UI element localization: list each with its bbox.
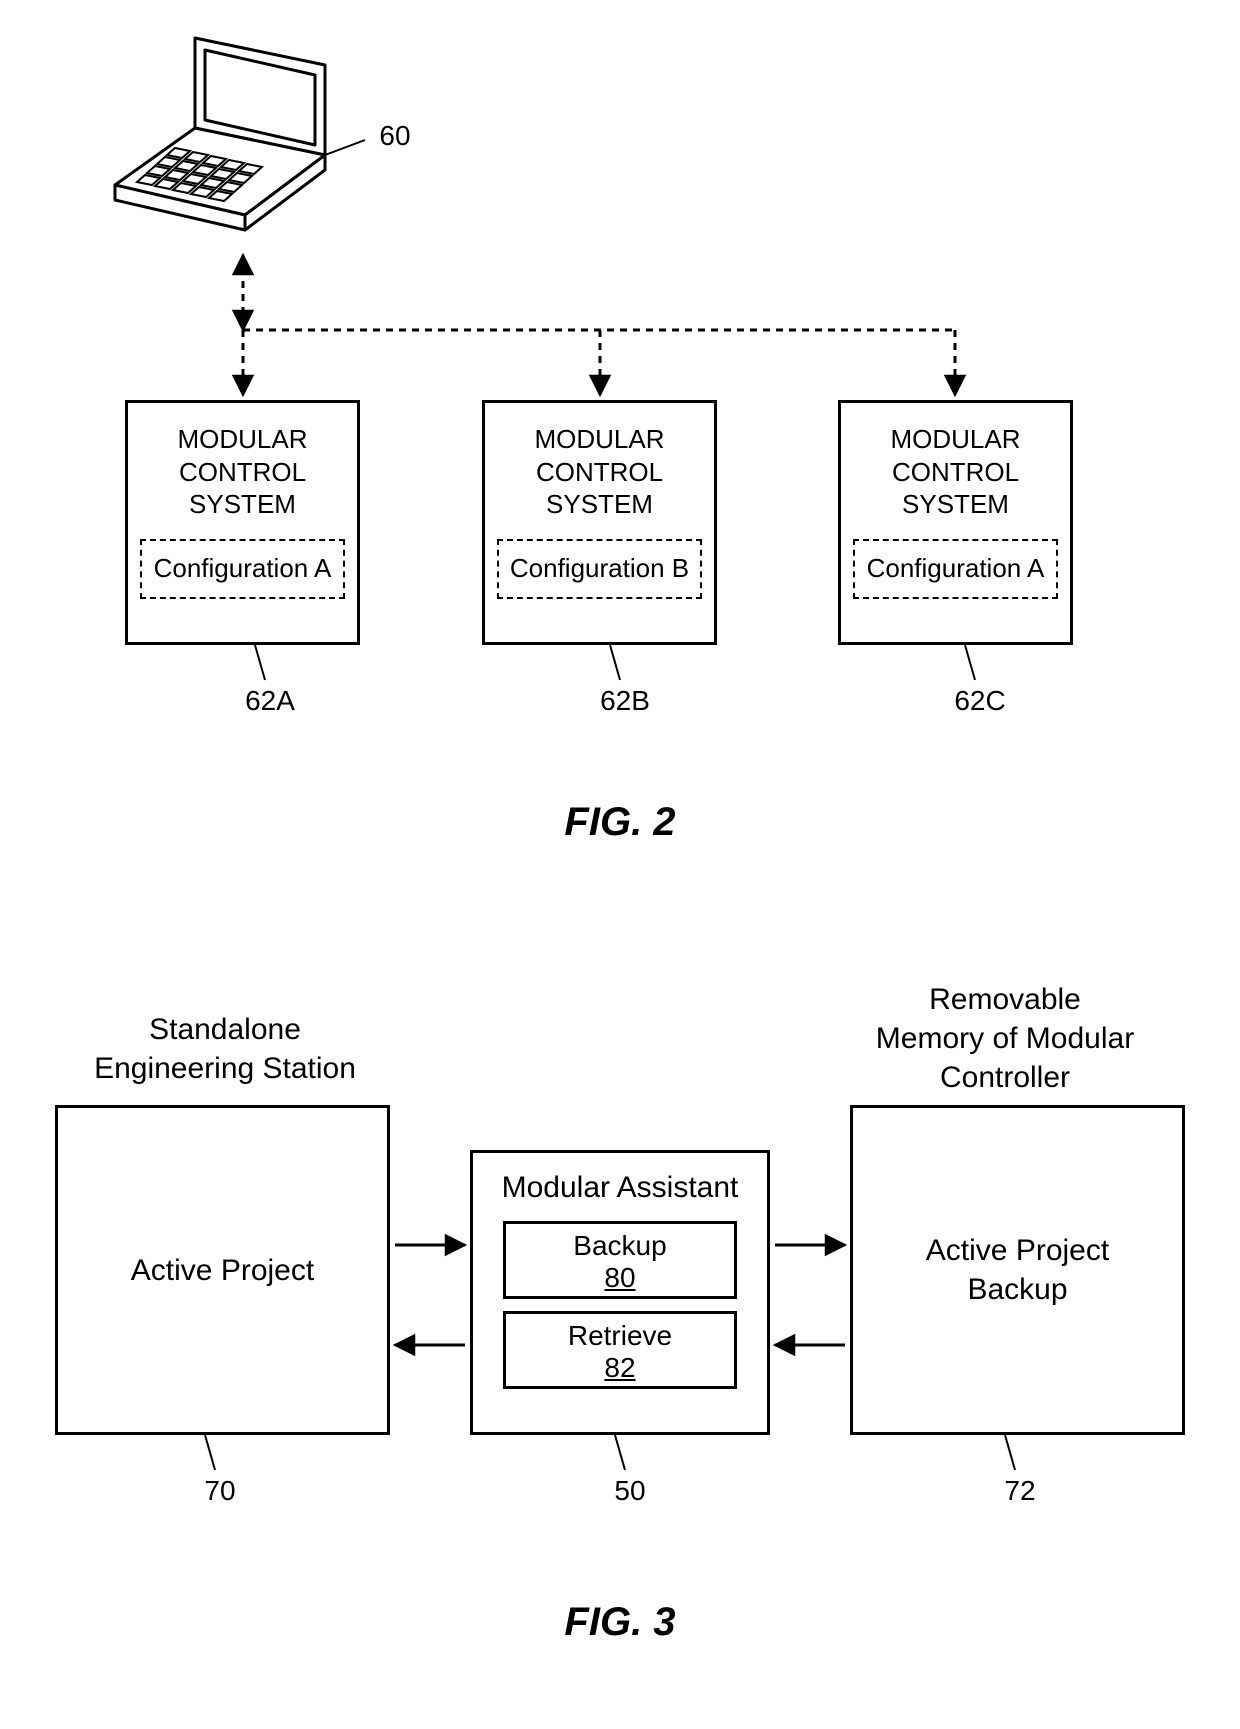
- ref-50: 50: [600, 1475, 660, 1507]
- ref-70: 70: [190, 1475, 250, 1507]
- fig3-caption: FIG. 3: [0, 1600, 1240, 1645]
- ref-72: 72: [990, 1475, 1050, 1507]
- fig3-leaders: [0, 0, 1240, 1729]
- diagram-canvas: 60 MODULAR CONTROL SYSTEM Configuration …: [0, 0, 1240, 1729]
